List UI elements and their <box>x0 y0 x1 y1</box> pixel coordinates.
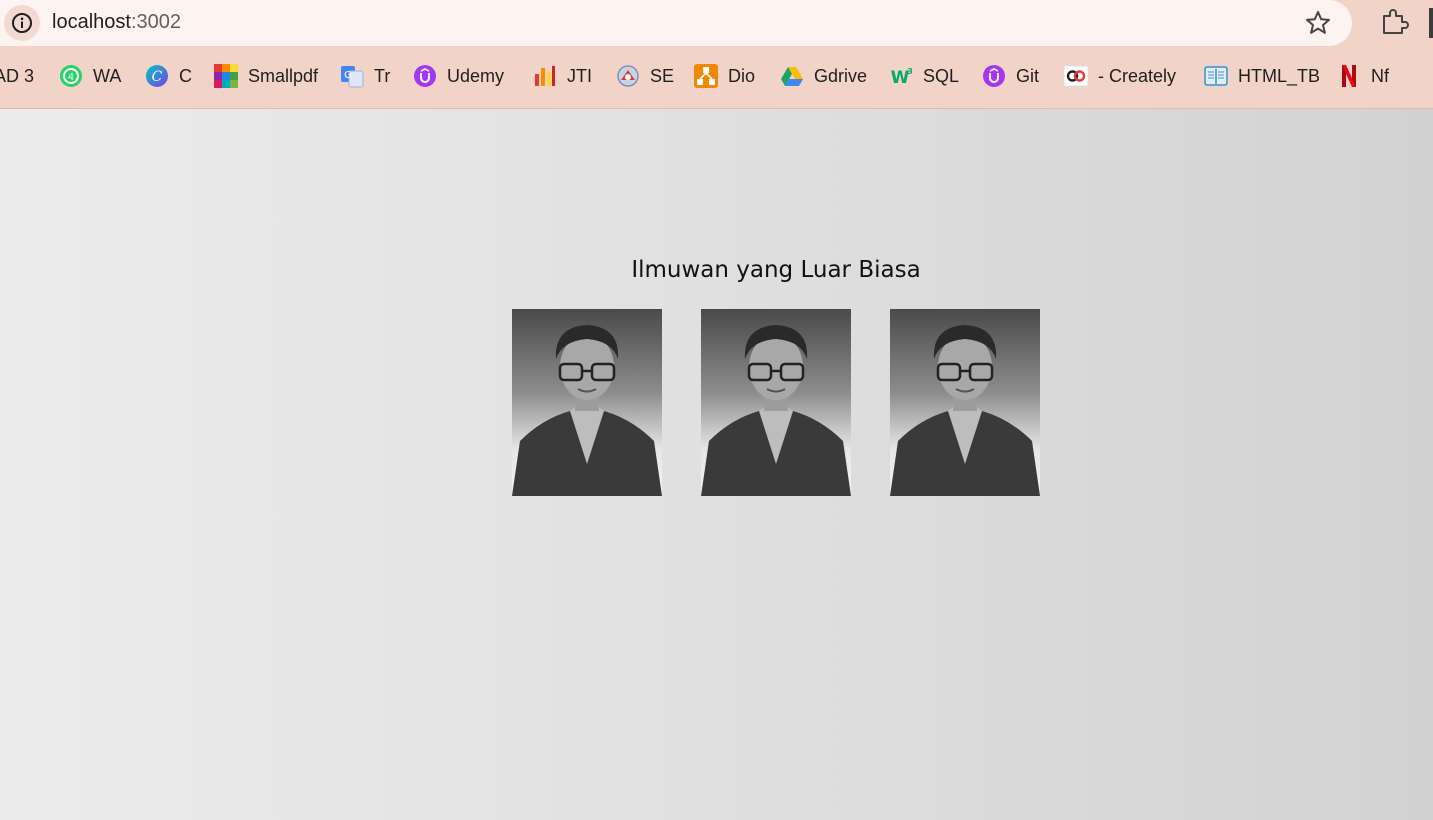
bookmark-item[interactable]: G Tr <box>340 59 390 93</box>
extensions-button[interactable] <box>1378 6 1410 38</box>
bookmark-label: - Creately <box>1098 65 1177 86</box>
bookmark-label: Dio <box>728 65 756 86</box>
translate-icon: G <box>340 64 364 88</box>
bookmark-item[interactable]: Smallpdf <box>214 59 318 93</box>
bookmark-label: JTI <box>567 65 592 86</box>
udemy-icon <box>413 64 437 88</box>
bookmark-label: Git <box>1016 65 1040 86</box>
bookmark-item[interactable]: - Creately <box>1063 59 1177 93</box>
bookmark-label: Udemy <box>447 65 505 86</box>
puzzle-icon <box>1383 9 1409 34</box>
bookmark-item[interactable]: C C <box>145 59 192 93</box>
url-host: localhost <box>52 11 131 33</box>
svg-text:3: 3 <box>907 67 913 76</box>
bookmark-item[interactable]: SE <box>616 59 674 93</box>
url-port: :3002 <box>130 11 181 33</box>
gdrive-icon <box>780 64 804 88</box>
bookmark-label: AD 3 <box>0 65 35 86</box>
bookmark-label: SQL <box>923 65 960 86</box>
scientist-photo <box>512 309 662 496</box>
bookmark-item[interactable]: Gdrive <box>780 59 867 93</box>
bookmark-label: Nf <box>1371 65 1389 86</box>
jti-icon <box>533 64 557 88</box>
bookmark-item[interactable]: Dio <box>694 59 755 93</box>
window-edge <box>1429 8 1433 38</box>
w3schools-icon: W3 <box>889 64 913 88</box>
bookmark-label: C <box>179 65 192 86</box>
page-content: Ilmuwan yang Luar Biasa <box>0 109 1433 820</box>
bookmark-item[interactable]: W3 SQL <box>889 59 959 93</box>
bookmark-label: SE <box>650 65 675 86</box>
star-icon <box>1306 11 1330 34</box>
netflix-icon <box>1337 64 1361 88</box>
portrait-image <box>512 325 662 496</box>
url-text[interactable]: localhost:3002 <box>52 11 181 34</box>
whatsapp-icon: 4 <box>59 64 83 88</box>
drawio-icon <box>694 64 718 88</box>
bookmarks-bar: AD 3 4 WA C C Smallpdf G Tr Udemy JTI SE… <box>0 59 1433 93</box>
bookmark-label: WA <box>93 65 122 86</box>
bookmark-item[interactable]: HTML_TB <box>1204 59 1320 93</box>
address-bar[interactable]: localhost:3002 <box>0 0 1352 46</box>
page-title: Ilmuwan yang Luar Biasa <box>631 257 921 283</box>
scientist-gallery <box>512 309 1040 496</box>
scientist-photo <box>701 309 851 496</box>
bookmark-item[interactable]: JTI <box>533 59 592 93</box>
bookmark-item[interactable]: Udemy <box>413 59 504 93</box>
smallpdf-icon <box>214 64 238 88</box>
svg-text:C: C <box>152 69 163 85</box>
bookmark-label: Smallpdf <box>248 65 319 86</box>
canva-icon: C <box>145 64 169 88</box>
info-icon <box>12 13 32 33</box>
creately-icon <box>1063 64 1089 88</box>
bookmark-label: HTML_TB <box>1238 65 1321 86</box>
svg-text:G: G <box>344 70 352 81</box>
svg-text:4: 4 <box>68 72 74 83</box>
bookmark-item[interactable]: 4 WA <box>59 59 121 93</box>
bookmark-label: Gdrive <box>814 65 868 86</box>
bookmark-item[interactable]: Nf <box>1337 59 1389 93</box>
bookmark-item[interactable]: Git <box>982 59 1039 93</box>
portrait-image <box>701 325 851 496</box>
bookmark-label: Tr <box>374 65 391 86</box>
portrait-image <box>890 325 1040 496</box>
bookmark-star-button[interactable] <box>1303 8 1333 38</box>
site-info-button[interactable] <box>4 5 40 41</box>
scientist-photo <box>890 309 1040 496</box>
se-icon <box>616 64 640 88</box>
udemy-icon <box>982 64 1006 88</box>
browser-chrome: localhost:3002 AD 3 4 WA C C Smallpdf G … <box>0 0 1433 109</box>
bookmark-item[interactable]: AD 3 <box>0 59 34 93</box>
book-icon <box>1204 64 1228 88</box>
